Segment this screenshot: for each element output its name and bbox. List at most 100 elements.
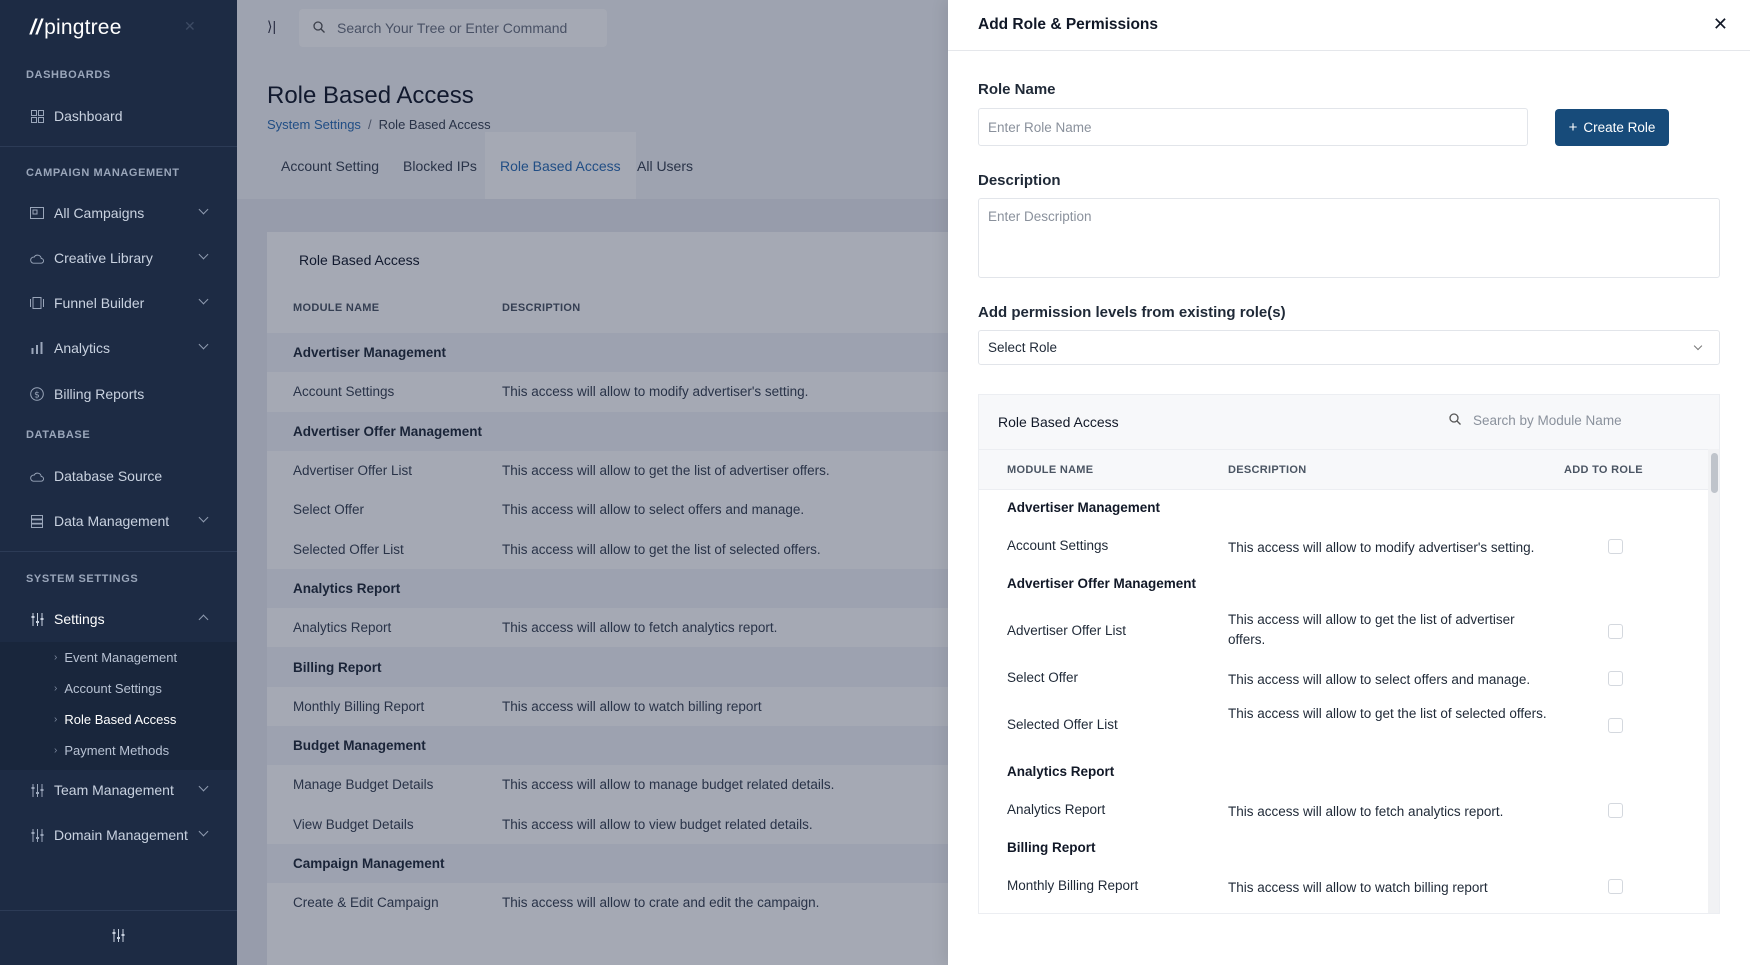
app-logo[interactable]: //pingtree xyxy=(30,16,122,40)
add-to-role-checkbox[interactable] xyxy=(1608,539,1623,554)
module-name: Monthly Billing Report xyxy=(1007,878,1139,893)
module-name: Analytics Report xyxy=(1007,802,1106,817)
module-description: This access will allow to get the list o… xyxy=(1228,612,1515,647)
scrollbar-track[interactable] xyxy=(1708,449,1719,913)
permission-row: Selected Offer List This access will allo… xyxy=(979,698,1708,754)
module-name: Select Offer xyxy=(1007,670,1079,685)
select-value: Select Role xyxy=(988,340,1058,355)
chevron-down-icon[interactable] xyxy=(198,781,209,792)
close-icon[interactable]: ✕ xyxy=(1713,14,1728,35)
role-name-input[interactable] xyxy=(978,108,1528,146)
column-header-module: MODULE NAME xyxy=(1007,464,1094,476)
scrollbar-thumb[interactable] xyxy=(1711,453,1718,493)
cloud-icon xyxy=(30,469,44,483)
chevron-down-icon xyxy=(1693,341,1703,351)
sidebar-item-billing-reports[interactable]: $ Billing Reports xyxy=(0,374,237,414)
description-textarea[interactable] xyxy=(978,198,1720,278)
section-campaign: CAMPAIGN MANAGEMENT xyxy=(26,167,180,179)
sidebar-item-funnel-builder[interactable]: Funnel Builder xyxy=(0,283,237,323)
module-name: Account Settings xyxy=(1007,538,1109,553)
sidebar-item-label: Billing Reports xyxy=(54,386,145,402)
column-header-add-to-role: ADD TO ROLE xyxy=(1564,464,1643,476)
add-role-drawer: Add Role & Permissions ✕ Role Name + Crea… xyxy=(948,0,1750,965)
module-description: This access will allow to select offers … xyxy=(1228,672,1531,687)
permissions-box: Role Based Access Search by Module Name … xyxy=(978,394,1720,914)
module-search-input[interactable]: Search by Module Name xyxy=(1449,413,1622,428)
submenu-label: Payment Methods xyxy=(64,743,170,758)
chevron-down-icon[interactable] xyxy=(198,294,209,305)
sidebar-item-analytics[interactable]: Analytics xyxy=(0,328,237,368)
submenu-item-payment-methods[interactable]: › Payment Methods xyxy=(54,743,169,758)
chevron-down-icon[interactable] xyxy=(198,826,209,837)
sidebar-item-database-source[interactable]: Database Source xyxy=(0,456,237,496)
search-icon xyxy=(1449,413,1461,428)
module-description: This access will allow to get the list o… xyxy=(1228,706,1547,721)
module-name: Analytics Report xyxy=(1007,764,1115,779)
drawer-title: Add Role & Permissions xyxy=(978,16,1159,33)
submenu-label: Event Management xyxy=(64,650,178,665)
sliders-icon xyxy=(30,612,44,626)
sidebar-item-dashboard[interactable]: Dashboard xyxy=(0,96,237,136)
sidebar-item-label: Data Management xyxy=(54,513,170,529)
submenu-item-role-based-access[interactable]: › Role Based Access xyxy=(54,712,176,727)
column-header-description: DESCRIPTION xyxy=(1228,464,1307,476)
sidebar-item-label: Team Management xyxy=(54,782,174,798)
chevron-up-icon[interactable] xyxy=(198,614,209,625)
chevron-right-icon: › xyxy=(54,652,58,663)
module-description: This access will allow to modify adverti… xyxy=(1228,540,1535,555)
select-role-dropdown[interactable]: Select Role xyxy=(978,330,1720,365)
chevron-down-icon[interactable] xyxy=(198,339,209,350)
bar-chart-icon xyxy=(30,341,44,355)
sidebar-item-team-management[interactable]: Team Management xyxy=(0,770,237,810)
cloud-icon xyxy=(30,251,44,265)
permission-row: Monthly Billing Report This access will a… xyxy=(979,868,1708,906)
submenu-label: Account Settings xyxy=(64,681,162,696)
svg-text:$: $ xyxy=(34,391,40,401)
permissions-table: MODULE NAME DESCRIPTION ADD TO ROLE Adve… xyxy=(979,449,1708,913)
sidebar-item-label: Funnel Builder xyxy=(54,295,145,311)
sliders-icon xyxy=(30,828,44,842)
sidebar-item-all-campaigns[interactable]: All Campaigns xyxy=(0,193,237,233)
module-description: This access will allow to watch billing … xyxy=(1228,880,1488,895)
add-to-role-checkbox[interactable] xyxy=(1608,879,1623,894)
permission-group-row: Advertiser Offer Management xyxy=(979,566,1708,604)
section-system-settings: SYSTEM SETTINGS xyxy=(26,573,139,585)
add-to-role-checkbox[interactable] xyxy=(1608,718,1623,733)
sidebar-item-label: Settings xyxy=(54,611,105,627)
module-name: Advertiser Offer List xyxy=(1007,623,1127,638)
sidebar: //pingtree ✕ DASHBOARDS Dashboard CAMPAI… xyxy=(0,0,237,965)
sidebar-close-icon[interactable]: ✕ xyxy=(184,18,196,35)
sidebar-item-label: Analytics xyxy=(54,340,111,356)
sidebar-item-settings[interactable]: Settings xyxy=(0,599,237,639)
sidebar-item-label: All Campaigns xyxy=(54,205,145,221)
submenu-item-event-management[interactable]: › Event Management xyxy=(54,650,177,665)
campaign-icon xyxy=(30,206,44,220)
section-database: DATABASE xyxy=(26,429,91,441)
module-name: Advertiser Offer Management xyxy=(1007,576,1197,591)
create-role-button[interactable]: + Create Role xyxy=(1555,109,1669,146)
create-role-label: Create Role xyxy=(1583,120,1656,135)
sidebar-item-creative-library[interactable]: Creative Library xyxy=(0,238,237,278)
permission-row: Select Offer This access will allow to se… xyxy=(979,660,1708,698)
sidebar-item-data-management[interactable]: Data Management xyxy=(0,501,237,541)
chevron-down-icon[interactable] xyxy=(198,249,209,260)
section-dashboards: DASHBOARDS xyxy=(26,69,111,81)
permissions-table-header: MODULE NAME DESCRIPTION ADD TO ROLE xyxy=(979,450,1708,490)
chevron-right-icon: › xyxy=(54,683,58,694)
sliders-icon xyxy=(30,783,44,797)
add-to-role-checkbox[interactable] xyxy=(1608,803,1623,818)
add-to-role-checkbox[interactable] xyxy=(1608,671,1623,686)
chevron-right-icon: › xyxy=(54,714,58,725)
settings-sliders-icon[interactable] xyxy=(112,929,125,947)
permission-row: Account Settings This access will allow t… xyxy=(979,528,1708,566)
grid-icon xyxy=(30,109,44,123)
chevron-down-icon[interactable] xyxy=(198,512,209,523)
chevron-down-icon[interactable] xyxy=(198,204,209,215)
add-to-role-checkbox[interactable] xyxy=(1608,624,1623,639)
module-search-placeholder: Search by Module Name xyxy=(1473,413,1622,428)
module-name: Selected Offer List xyxy=(1007,717,1118,732)
divider xyxy=(0,146,237,147)
permission-row: Analytics Report This access will allow t… xyxy=(979,792,1708,830)
sidebar-item-domain-management[interactable]: Domain Management xyxy=(0,815,237,855)
submenu-item-account-settings[interactable]: › Account Settings xyxy=(54,681,162,696)
